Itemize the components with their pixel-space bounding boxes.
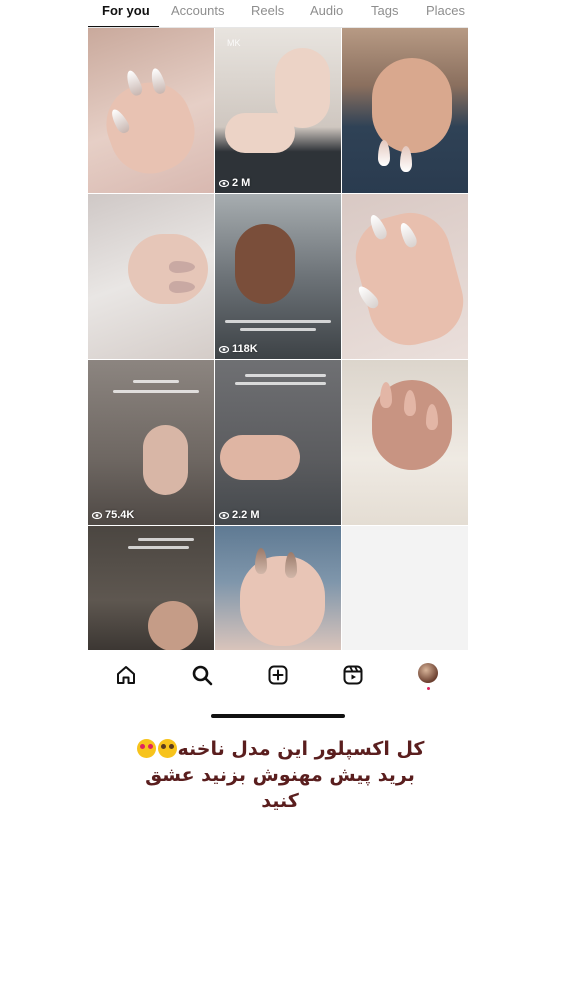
hand-image bbox=[143, 425, 188, 495]
tab-reels[interactable]: Reels bbox=[251, 3, 284, 18]
pleading-face-icon bbox=[157, 739, 177, 758]
view-count: 2 M bbox=[219, 177, 250, 189]
tab-accounts[interactable]: Accounts bbox=[171, 3, 224, 18]
tab-for-you[interactable]: For you bbox=[102, 3, 150, 18]
tab-tags[interactable]: Tags bbox=[371, 3, 398, 18]
view-count-text: 2.2 M bbox=[232, 509, 260, 521]
grid-post[interactable] bbox=[342, 360, 468, 525]
tab-places[interactable]: Places bbox=[426, 3, 465, 18]
grid-post[interactable] bbox=[342, 28, 468, 193]
grid-post[interactable] bbox=[215, 526, 341, 650]
overlay-caption bbox=[235, 382, 326, 385]
tab-audio[interactable]: Audio bbox=[310, 3, 343, 18]
grid-post[interactable] bbox=[88, 194, 214, 359]
overlay-caption bbox=[245, 374, 326, 377]
eye-icon bbox=[219, 179, 229, 187]
view-count-text: 2 M bbox=[232, 177, 251, 189]
search-icon[interactable] bbox=[191, 664, 213, 686]
overlay-caption bbox=[113, 390, 199, 393]
caption-text: کل اکسپلور این مدل ناخنه bbox=[177, 738, 425, 760]
view-count: 118K bbox=[219, 343, 258, 355]
hand-image bbox=[95, 71, 206, 185]
eye-icon bbox=[92, 511, 102, 519]
hand-image bbox=[128, 234, 208, 304]
story-caption: کل اکسپلور این مدل ناخنه برید پیش مهنوش … bbox=[120, 736, 440, 814]
empty-grid-slot bbox=[342, 526, 468, 650]
hand-image bbox=[240, 556, 325, 646]
grid-post[interactable] bbox=[88, 526, 214, 650]
overlay-caption bbox=[133, 380, 179, 383]
eye-icon bbox=[219, 511, 229, 519]
hand-image bbox=[148, 601, 198, 650]
grid-post[interactable]: MK 2 M bbox=[215, 28, 341, 193]
profile-avatar[interactable] bbox=[418, 663, 438, 683]
grid-post[interactable] bbox=[88, 28, 214, 193]
nail-image bbox=[285, 552, 297, 578]
overlay-caption bbox=[240, 328, 316, 331]
overlay-caption bbox=[128, 546, 189, 549]
nail-image bbox=[255, 548, 267, 574]
eye-icon bbox=[219, 345, 229, 353]
notification-dot bbox=[427, 687, 430, 690]
overlay-caption bbox=[225, 320, 331, 323]
heart-eyes-face-icon bbox=[136, 739, 156, 758]
hand-image bbox=[220, 435, 300, 480]
reels-icon[interactable] bbox=[342, 664, 364, 686]
home-indicator bbox=[211, 714, 345, 718]
view-count: 75.4K bbox=[92, 509, 134, 521]
view-count-text: 75.4K bbox=[105, 509, 135, 521]
grid-post[interactable]: 2.2 M bbox=[215, 360, 341, 525]
caption-line-3: کنید bbox=[261, 790, 299, 812]
hand-image bbox=[372, 58, 452, 153]
home-icon[interactable] bbox=[115, 664, 137, 686]
hand-image bbox=[225, 113, 295, 153]
bottom-navigation bbox=[88, 654, 468, 694]
grid-post[interactable] bbox=[342, 194, 468, 359]
grid-post[interactable]: 118K bbox=[215, 194, 341, 359]
create-icon[interactable] bbox=[267, 664, 289, 686]
watermark: MK bbox=[227, 38, 241, 48]
view-count-text: 118K bbox=[232, 343, 258, 355]
view-count: 2.2 M bbox=[219, 509, 260, 521]
caption-line-1: کل اکسپلور این مدل ناخنه bbox=[120, 736, 440, 762]
hand-image bbox=[235, 224, 295, 304]
explore-tabs: For you Accounts Reels Audio Tags Places bbox=[88, 0, 468, 28]
caption-line-2: برید پیش مهنوش بزنید عشق bbox=[145, 764, 415, 786]
overlay-caption bbox=[138, 538, 194, 541]
explore-screen: For you Accounts Reels Audio Tags Places… bbox=[88, 0, 468, 725]
grid-post[interactable]: 75.4K bbox=[88, 360, 214, 525]
